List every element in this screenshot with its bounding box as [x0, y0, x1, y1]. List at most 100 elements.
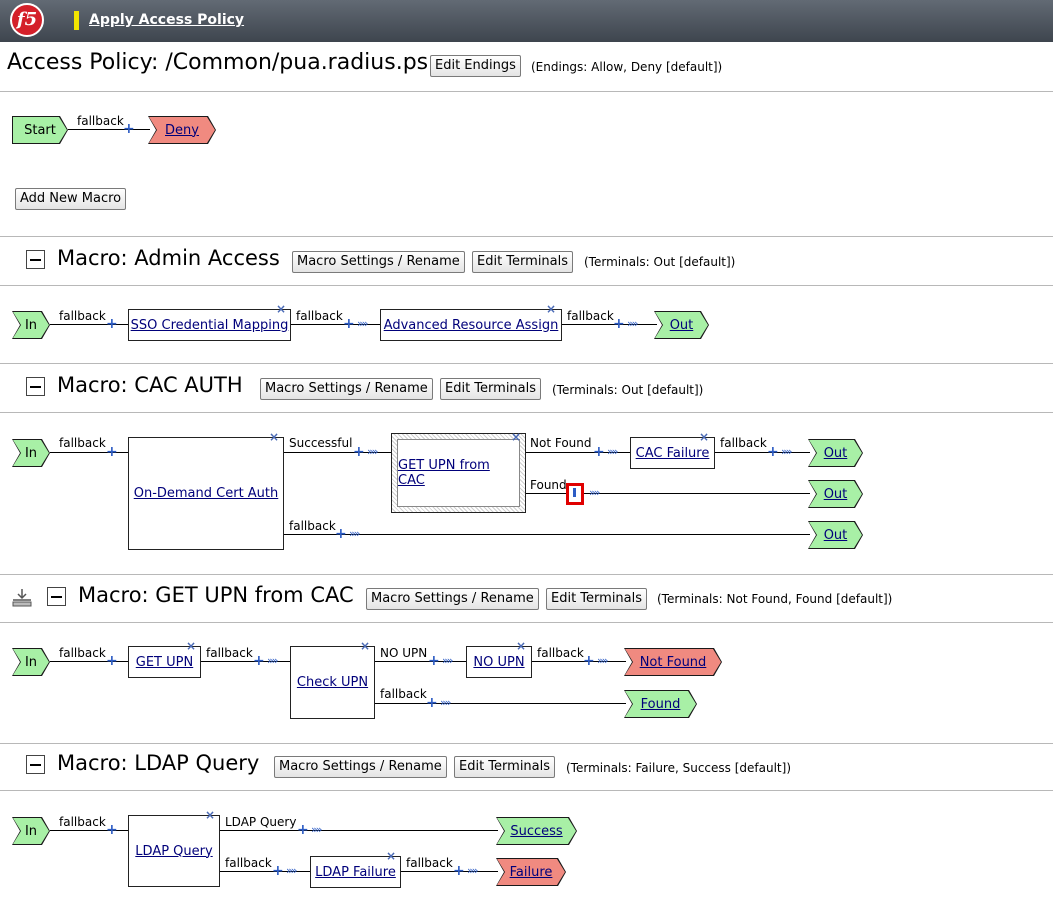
macro-settings-button[interactable]: Macro Settings / Rename: [366, 588, 539, 610]
check-upn-node[interactable]: Check UPN: [290, 646, 375, 719]
branch-label: fallback: [206, 646, 253, 660]
success-ending[interactable]: Success: [496, 817, 577, 845]
add-plus-button-selected[interactable]: [566, 483, 584, 505]
edit-terminals-button[interactable]: Edit Terminals: [472, 251, 574, 273]
branch-label: fallback: [537, 646, 584, 660]
in-terminal: In: [12, 817, 50, 845]
collapse-icon[interactable]: [26, 755, 45, 774]
top-bar: f5 Apply Access Policy: [0, 0, 1053, 42]
connector-line: [375, 661, 466, 662]
sso-credential-mapping-node[interactable]: SSO Credential Mapping: [128, 309, 291, 341]
delete-x-icon[interactable]: ×: [516, 640, 526, 652]
divider: [0, 743, 1053, 744]
f5-logo: f5: [10, 3, 44, 37]
arrow-icon: »»: [349, 527, 361, 540]
out-terminal[interactable]: Out: [808, 439, 863, 467]
advanced-resource-assign-node[interactable]: Advanced Resource Assign: [380, 309, 562, 341]
add-plus-icon[interactable]: +: [353, 445, 365, 459]
macro-settings-button[interactable]: Macro Settings / Rename: [274, 756, 447, 778]
add-plus-icon[interactable]: +: [272, 864, 284, 878]
add-plus-icon[interactable]: +: [335, 527, 347, 541]
apply-access-policy-link[interactable]: Apply Access Policy: [89, 12, 244, 28]
add-plus-icon[interactable]: +: [426, 696, 438, 710]
add-plus-icon[interactable]: +: [428, 654, 440, 668]
delete-x-icon[interactable]: ×: [186, 640, 196, 652]
add-plus-icon[interactable]: +: [593, 445, 605, 459]
out-terminal[interactable]: Out: [808, 480, 863, 508]
not-found-ending[interactable]: Not Found: [624, 648, 722, 676]
macro-settings-button[interactable]: Macro Settings / Rename: [292, 251, 465, 273]
found-ending[interactable]: Found: [624, 690, 697, 718]
add-plus-icon[interactable]: +: [253, 654, 265, 668]
delete-x-icon[interactable]: ×: [386, 850, 396, 862]
connector-line: [562, 324, 657, 325]
branch-label: fallback: [59, 309, 106, 323]
delete-x-icon[interactable]: ×: [205, 809, 215, 821]
failure-ending[interactable]: Failure: [496, 858, 566, 886]
branch-label: NO UPN: [380, 646, 428, 660]
arrow-icon: »»: [467, 864, 479, 877]
add-new-macro-button[interactable]: Add New Macro: [15, 188, 127, 210]
branch-label: Successful: [289, 436, 353, 450]
branch-label: fallback: [77, 114, 124, 128]
arrow-icon: »»: [367, 445, 379, 458]
branch-label: fallback: [567, 309, 614, 323]
start-node: Start: [12, 116, 68, 144]
edit-endings-button[interactable]: Edit Endings: [430, 55, 521, 77]
macro-title: Macro: CAC AUTH: [57, 373, 243, 397]
branch-label: fallback: [59, 436, 106, 450]
add-plus-icon[interactable]: +: [106, 823, 118, 837]
edit-terminals-button[interactable]: Edit Terminals: [454, 756, 556, 778]
add-plus-icon[interactable]: +: [453, 864, 465, 878]
delete-x-icon[interactable]: ×: [269, 431, 279, 443]
arrow-icon: »»: [440, 696, 452, 709]
macro-settings-button[interactable]: Macro Settings / Rename: [260, 378, 433, 400]
deny-ending[interactable]: Deny: [148, 116, 216, 144]
delete-x-icon[interactable]: ×: [546, 303, 556, 315]
branch-label: LDAP Query: [225, 815, 297, 829]
terminals-note: (Terminals: Failure, Success [default]): [566, 761, 791, 775]
divider: [0, 91, 1053, 92]
connector-line: [401, 871, 498, 872]
add-plus-icon[interactable]: +: [297, 823, 309, 837]
delete-x-icon[interactable]: ×: [699, 431, 709, 443]
macro-title: Macro: Admin Access: [57, 246, 280, 270]
divider: [0, 622, 1053, 623]
branch-label: fallback: [225, 856, 272, 870]
edit-terminals-button[interactable]: Edit Terminals: [546, 588, 648, 610]
divider: [0, 574, 1053, 575]
ldap-query-node[interactable]: LDAP Query: [128, 815, 220, 887]
add-plus-icon[interactable]: +: [106, 445, 118, 459]
endings-note: (Endings: Allow, Deny [default]): [531, 60, 723, 74]
edit-terminals-button[interactable]: Edit Terminals: [440, 378, 542, 400]
branch-label: fallback: [59, 815, 106, 829]
macro-tree-icon[interactable]: [11, 588, 33, 608]
on-demand-cert-auth-node[interactable]: On-Demand Cert Auth: [128, 437, 284, 550]
branch-label: Not Found: [530, 436, 592, 450]
delete-x-icon[interactable]: ×: [511, 431, 521, 443]
arrow-icon: »»: [597, 654, 609, 667]
divider: [0, 412, 1053, 413]
collapse-icon[interactable]: [26, 250, 45, 269]
out-terminal[interactable]: Out: [808, 521, 863, 549]
arrow-icon: »»: [357, 317, 369, 330]
divider: [0, 285, 1053, 286]
add-plus-icon[interactable]: +: [767, 445, 779, 459]
arrow-icon: »»: [442, 654, 454, 667]
branch-label: fallback: [380, 687, 427, 701]
connector-line: [68, 129, 150, 130]
delete-x-icon[interactable]: ×: [360, 640, 370, 652]
collapse-icon[interactable]: [26, 377, 45, 396]
add-plus-icon[interactable]: +: [123, 122, 135, 136]
get-upn-from-cac-node[interactable]: GET UPN from CAC: [391, 433, 526, 513]
delete-x-icon[interactable]: ×: [276, 303, 286, 315]
add-plus-icon[interactable]: +: [106, 654, 118, 668]
add-plus-icon[interactable]: +: [343, 317, 355, 331]
in-terminal: In: [12, 439, 50, 467]
add-plus-icon[interactable]: +: [106, 317, 118, 331]
out-terminal[interactable]: Out: [654, 311, 709, 339]
arrow-icon: »»: [311, 823, 323, 836]
add-plus-icon[interactable]: +: [583, 654, 595, 668]
collapse-icon[interactable]: [47, 587, 66, 606]
add-plus-icon[interactable]: +: [613, 317, 625, 331]
